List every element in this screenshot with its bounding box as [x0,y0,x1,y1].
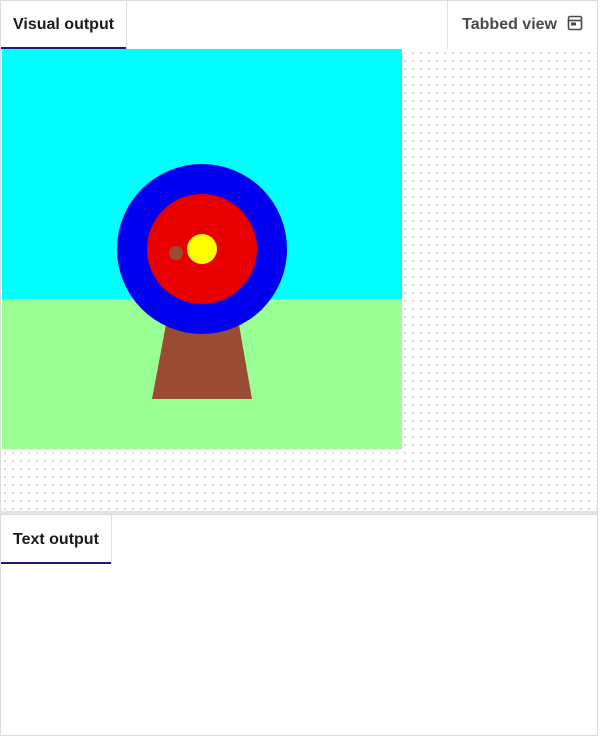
visual-output-panel: Visual output Tabbed view [0,0,598,512]
tab-visual-output[interactable]: Visual output [1,1,128,50]
tabbed-view-label: Tabbed view [462,16,557,33]
text-output-tabbar: Text output [1,515,597,565]
text-output-area [1,564,597,735]
tab-text-output[interactable]: Text output [1,515,112,565]
archery-scene [2,49,402,449]
canvas-viewport [1,49,597,511]
window-icon [567,15,583,36]
text-output-panel: Text output [0,514,598,736]
tabbed-view-button[interactable]: Tabbed view [447,1,597,49]
arrow-hole [169,246,183,260]
tab-text-output-label: Text output [13,530,99,548]
tab-visual-output-label: Visual output [13,16,115,33]
visual-output-tabbar: Visual output Tabbed view [1,1,597,50]
target-bullseye [187,234,217,264]
